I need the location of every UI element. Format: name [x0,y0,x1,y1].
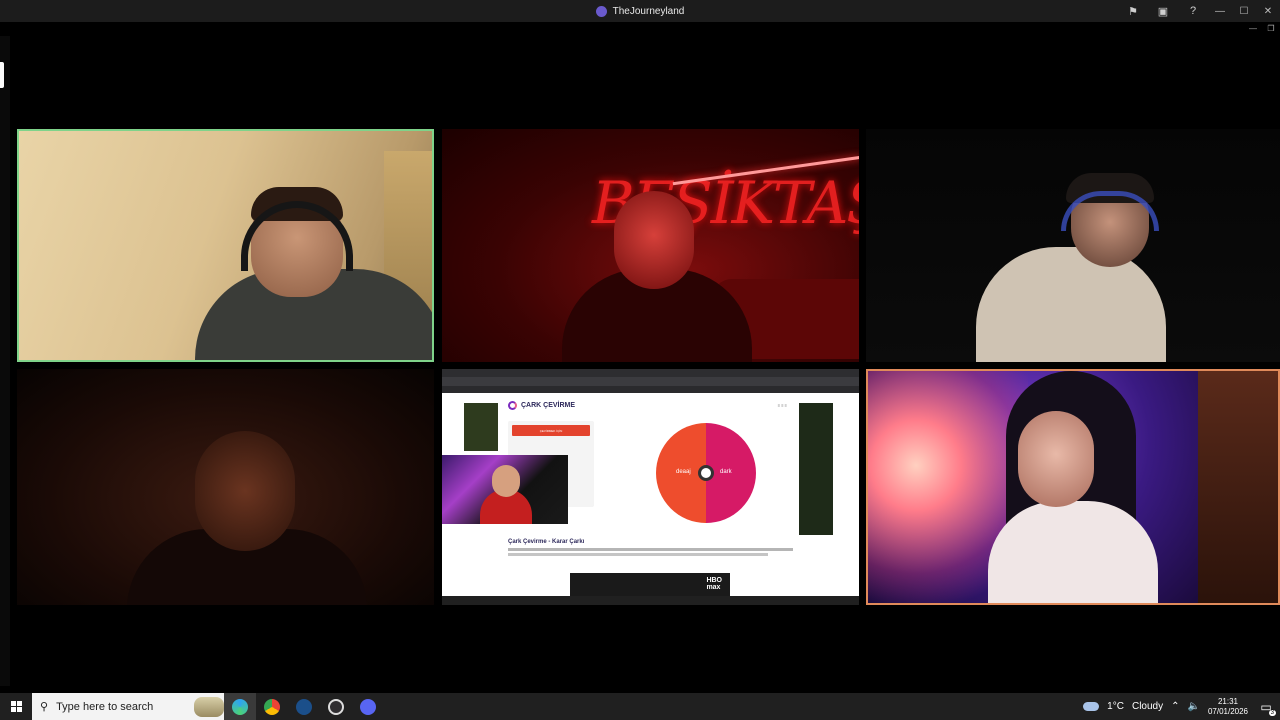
streamer-webcam-overlay [442,455,568,524]
discord-icon[interactable] [352,693,384,720]
video-tile-participant-2[interactable]: BEŞİKTAŞ [442,129,859,362]
banner-ad: HBO max [570,573,730,596]
notification-badge: 3 [1268,709,1276,716]
participant-face [614,191,694,289]
steam-icon[interactable] [288,693,320,720]
search-highlight-icon [194,696,224,717]
close-button[interactable]: ✕ [1256,0,1280,22]
cloud-icon [1083,702,1100,711]
participant-face [1018,411,1094,507]
video-tile-shared-screen[interactable]: ÇARK ÇEVİRME ≡ ≡ ≡ ÇEVİRMEK İÇİN deaaj d… [442,369,859,605]
minimize-button[interactable]: — [1208,0,1232,22]
streamer-face [492,465,520,497]
edge-icon[interactable] [224,693,256,720]
search-placeholder: Type here to search [56,700,154,713]
minimize-icon[interactable]: — [1244,22,1262,34]
windows-taskbar: ⚲ Type here to search 1°C Cloudy ⌃ 🔈 21:… [0,693,1280,720]
video-tile-participant-1[interactable] [17,129,434,362]
start-button[interactable] [0,693,32,720]
site-brand: ÇARK ÇEVİRME [508,401,575,410]
spin-button: ÇEVİRMEK İÇİN [512,425,590,436]
site-name: ÇARK ÇEVİRME [521,402,576,409]
maximize-button[interactable]: ☐ [1232,0,1256,22]
browser-tab-bar [442,369,859,377]
flag-icon[interactable]: ⚑ [1118,0,1148,22]
participant-body [988,501,1158,603]
weather-temp[interactable]: 1°C [1107,701,1124,712]
wheel-label-right: dark [720,469,732,475]
video-tile-participant-6[interactable] [866,369,1280,605]
participant-body [976,247,1166,362]
screen-share-icon[interactable]: ▣ [1148,0,1178,22]
wheel-label-left: deaaj [676,469,691,475]
clock[interactable]: 21:31 07/01/2026 [1208,697,1248,717]
wheel-center-icon [698,465,714,481]
restore-icon[interactable]: ❐ [1262,22,1280,34]
window-title: TheJourneyland [595,5,685,17]
title-bar: TheJourneyland ⚑ ▣ ? — ☐ ✕ [0,0,1280,22]
side-ad-poster-left [464,403,498,451]
bookshelf-background [1198,371,1278,603]
chevron-up-icon[interactable]: ⌃ [1171,701,1179,712]
spin-wheel: deaaj dark [656,423,756,523]
participant-face [195,431,295,551]
site-nav: ≡ ≡ ≡ [777,403,787,408]
shared-screen-taskbar [442,596,859,605]
chrome-icon[interactable] [256,693,288,720]
browser-bookmarks-bar [442,386,859,393]
help-icon[interactable]: ? [1178,0,1208,22]
ad-logo: HBO max [706,577,722,591]
video-tile-participant-3[interactable] [866,129,1280,362]
site-logo-icon [508,401,517,410]
search-icon: ⚲ [40,701,49,713]
page-paragraph [508,553,768,556]
ad-logo-line1: HBO [706,577,722,584]
panel-toggle-tab[interactable] [0,62,4,88]
weather-desc[interactable]: Cloudy [1132,701,1163,712]
clock-time: 21:31 [1217,696,1238,706]
app-logo-icon [595,5,607,17]
left-panel-strip [0,36,10,686]
secondary-window-controls: — ❐ [1244,22,1280,34]
taskbar-search[interactable]: ⚲ Type here to search [32,693,224,720]
page-paragraph [508,548,793,551]
notification-center-icon[interactable]: ▭ 3 [1256,697,1276,717]
ad-logo-line2: max [706,584,721,591]
system-tray: 1°C Cloudy ⌃ 🔈 21:31 07/01/2026 ▭ 3 [1083,693,1280,720]
video-tile-participant-4[interactable] [17,369,434,605]
clock-date: 07/01/2026 [1207,706,1248,716]
side-ad-poster-right [799,403,833,535]
speaker-icon[interactable]: 🔈 [1188,701,1200,712]
page-heading: Çark Çevirme - Karar Çarkı [508,539,585,545]
windows-logo-icon [10,701,22,712]
obs-icon[interactable] [320,693,352,720]
browser-address-bar [442,377,859,386]
window-title-text: TheJourneyland [612,5,685,17]
